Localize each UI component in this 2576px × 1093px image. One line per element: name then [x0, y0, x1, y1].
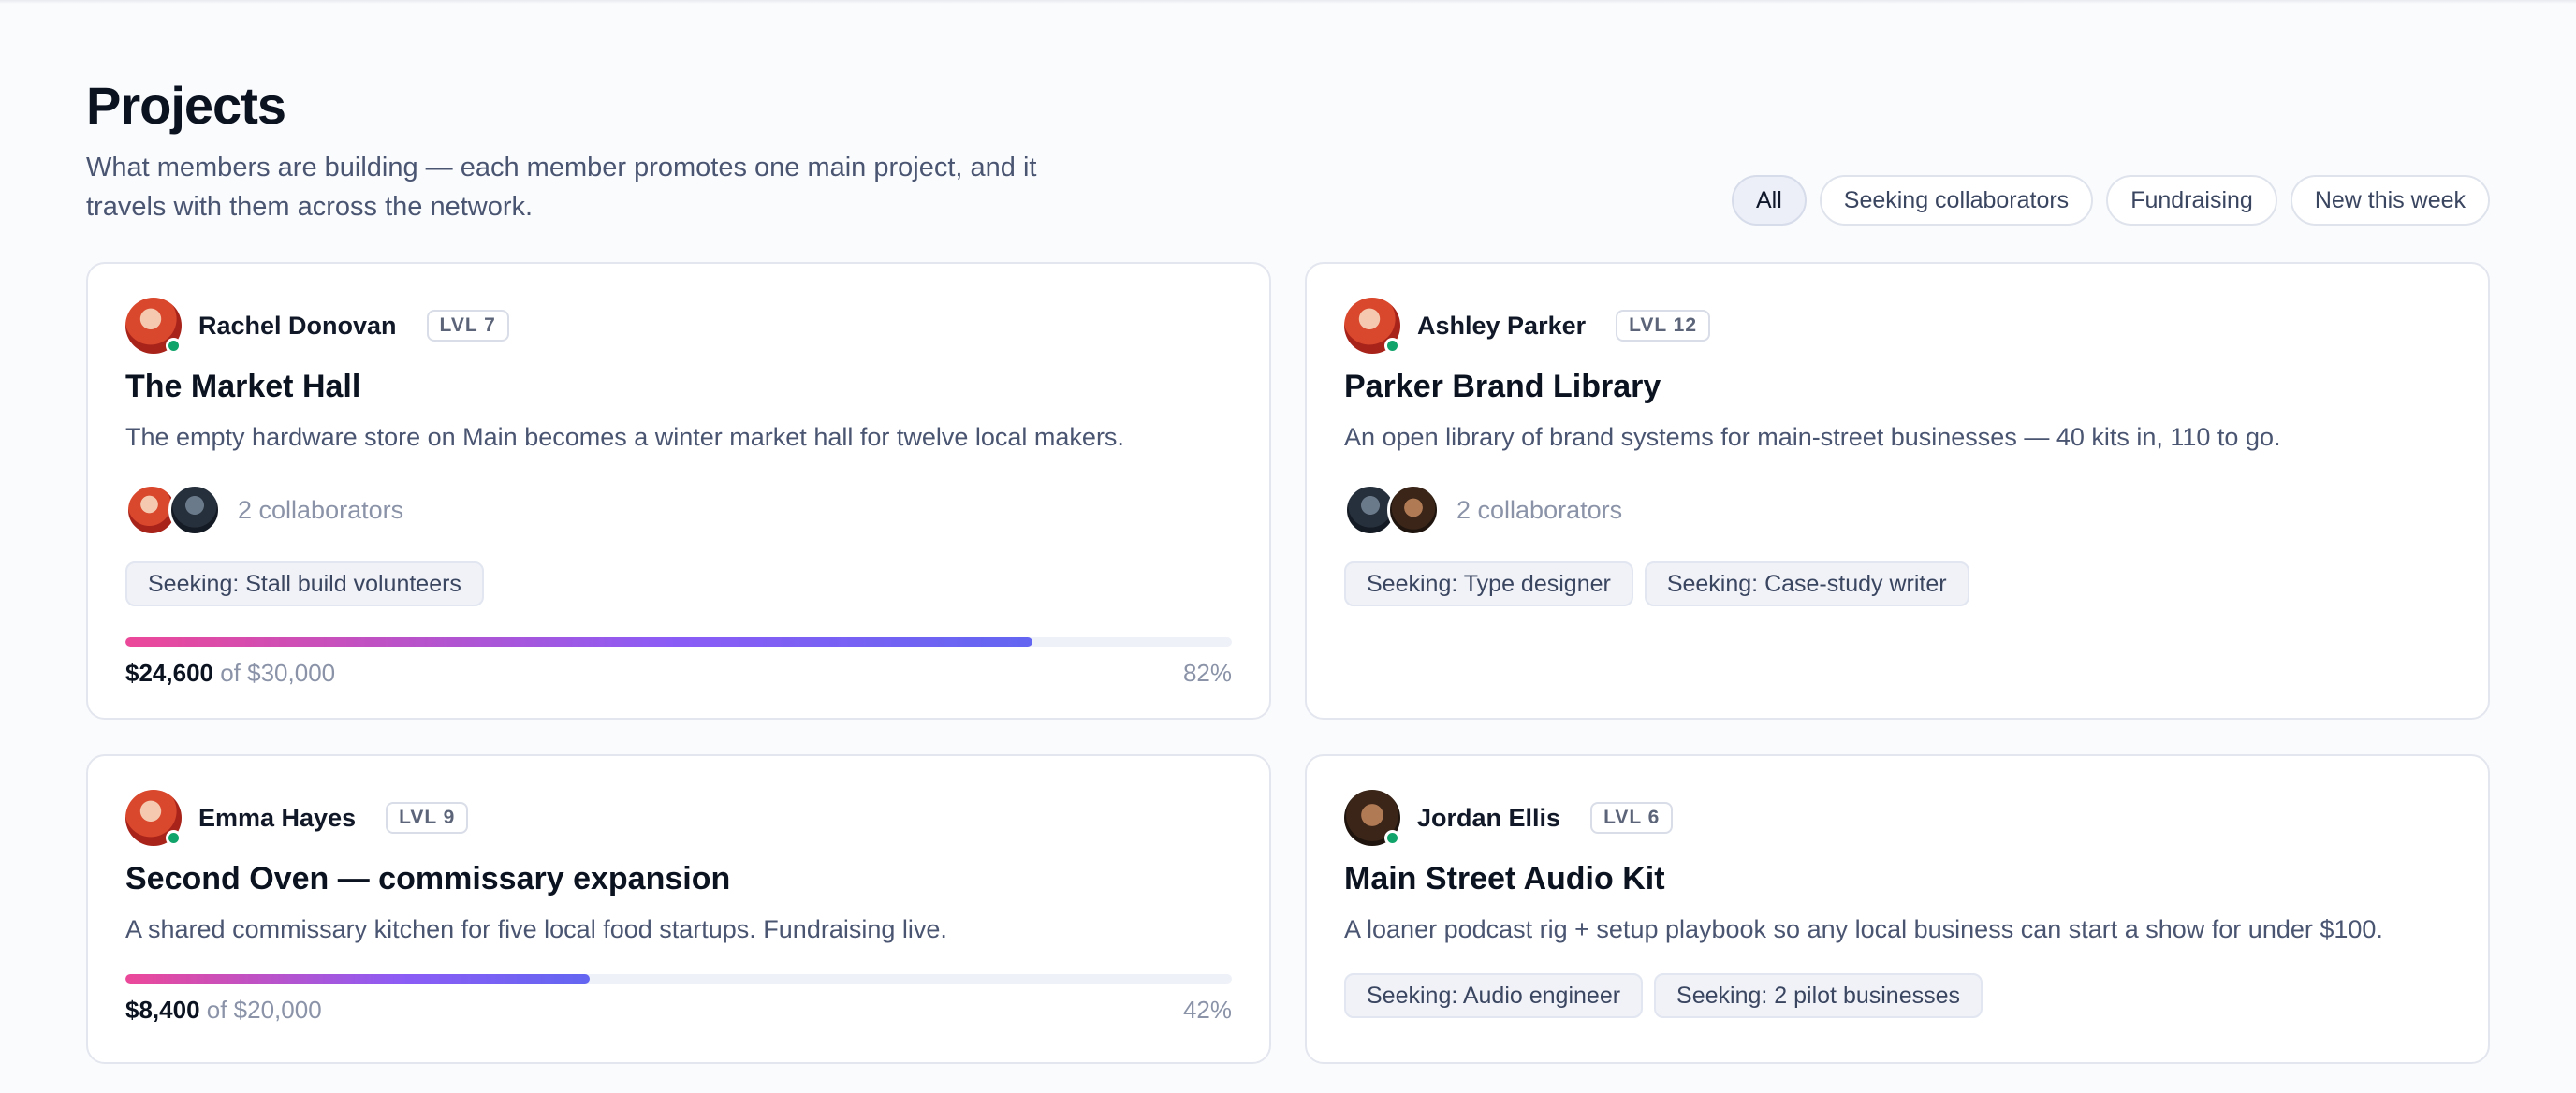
project-description: The empty hardware store on Main becomes…: [125, 423, 1124, 451]
level-badge: LVL 9: [386, 802, 469, 834]
project-card[interactable]: Jordan Ellis LVL 6 Main Street Audio Kit…: [1305, 754, 2490, 1064]
level-badge: LVL 6: [1590, 802, 1674, 834]
funding-goal: of $30,000: [220, 659, 336, 687]
seeking-tag[interactable]: Seeking: Type designer: [1344, 561, 1633, 606]
online-status-icon: [1384, 830, 1400, 846]
seeking-tag[interactable]: Seeking: Audio engineer: [1344, 973, 1644, 1018]
owner-avatar[interactable]: [1344, 298, 1400, 354]
owner-name[interactable]: Ashley Parker: [1417, 312, 1586, 341]
seeking-tag[interactable]: Seeking: Stall build volunteers: [125, 561, 484, 606]
project-title[interactable]: The Market Hall: [125, 369, 360, 405]
project-title[interactable]: Parker Brand Library: [1344, 369, 1661, 405]
top-bar-shadow: [0, 0, 2576, 4]
project-card[interactable]: Ashley Parker LVL 12 Parker Brand Librar…: [1305, 262, 2490, 720]
owner-avatar[interactable]: [1344, 790, 1400, 846]
owner-row: Jordan Ellis LVL 6: [1344, 790, 1674, 846]
seeking-tags: Seeking: Stall build volunteers: [125, 561, 484, 606]
owner-row: Ashley Parker LVL 12: [1344, 298, 1711, 354]
level-badge: LVL 12: [1616, 310, 1711, 342]
project-description: A loaner podcast rig + setup playbook so…: [1344, 915, 2383, 943]
project-description: An open library of brand systems for mai…: [1344, 423, 2281, 451]
funding-amount: $8,400 of $20,000: [125, 996, 322, 1025]
filter-all[interactable]: All: [1731, 175, 1807, 226]
project-title[interactable]: Main Street Audio Kit: [1344, 861, 1665, 897]
owner-name[interactable]: Rachel Donovan: [198, 312, 397, 341]
online-status-icon: [166, 830, 182, 846]
collaborator-avatar[interactable]: [168, 484, 221, 536]
owner-row: Rachel Donovan LVL 7: [125, 298, 509, 354]
filter-seeking-collaborators[interactable]: Seeking collaborators: [1819, 175, 2094, 226]
collaborator-avatar[interactable]: [1387, 484, 1440, 536]
amount-raised: $8,400: [125, 996, 200, 1024]
funding-progress-bar: [125, 637, 1232, 647]
page-title: Projects: [86, 76, 286, 135]
subtitle-line-1: What members are building — each member …: [86, 153, 1037, 182]
seeking-tag[interactable]: Seeking: 2 pilot businesses: [1654, 973, 1983, 1018]
project-card[interactable]: Emma Hayes LVL 9 Second Oven — commissar…: [86, 754, 1271, 1064]
filter-fundraising[interactable]: Fundraising: [2106, 175, 2277, 226]
filter-chips: All Seeking collaborators Fundraising Ne…: [1731, 175, 2490, 226]
funding-progress-fill: [125, 637, 1033, 647]
subtitle-line-2: travels with them across the network.: [86, 192, 534, 222]
project-description: A shared commissary kitchen for five loc…: [125, 915, 947, 943]
seeking-tags: Seeking: Audio engineer Seeking: 2 pilot…: [1344, 973, 1983, 1018]
amount-raised: $24,600: [125, 659, 213, 687]
online-status-icon: [166, 338, 182, 354]
funding-progress-fill: [125, 974, 591, 984]
funding-goal: of $20,000: [206, 996, 322, 1024]
collaborators-row: 2 collaborators: [1344, 483, 1622, 537]
owner-row: Emma Hayes LVL 9: [125, 790, 469, 846]
level-badge: LVL 7: [426, 310, 509, 342]
online-status-icon: [1384, 338, 1400, 354]
collaborators-count: 2 collaborators: [1456, 495, 1623, 524]
funding-percent: 42%: [1182, 996, 1232, 1024]
seeking-tag[interactable]: Seeking: Case-study writer: [1644, 561, 1969, 606]
filter-new-this-week[interactable]: New this week: [2290, 175, 2490, 226]
owner-avatar[interactable]: [125, 298, 182, 354]
collaborators-row: 2 collaborators: [125, 483, 403, 537]
owner-name[interactable]: Emma Hayes: [198, 804, 356, 833]
owner-name[interactable]: Jordan Ellis: [1417, 804, 1560, 833]
project-card[interactable]: Rachel Donovan LVL 7 The Market Hall The…: [86, 262, 1271, 720]
project-title[interactable]: Second Oven — commissary expansion: [125, 861, 730, 897]
funding-amount: $24,600 of $30,000: [125, 659, 335, 688]
funding-percent: 82%: [1182, 659, 1232, 687]
funding-progress-bar: [125, 974, 1232, 984]
page-subtitle: What members are building — each member …: [86, 148, 1134, 226]
owner-avatar[interactable]: [125, 790, 182, 846]
collaborators-count: 2 collaborators: [238, 495, 404, 524]
seeking-tags: Seeking: Type designer Seeking: Case-stu…: [1344, 561, 1969, 606]
